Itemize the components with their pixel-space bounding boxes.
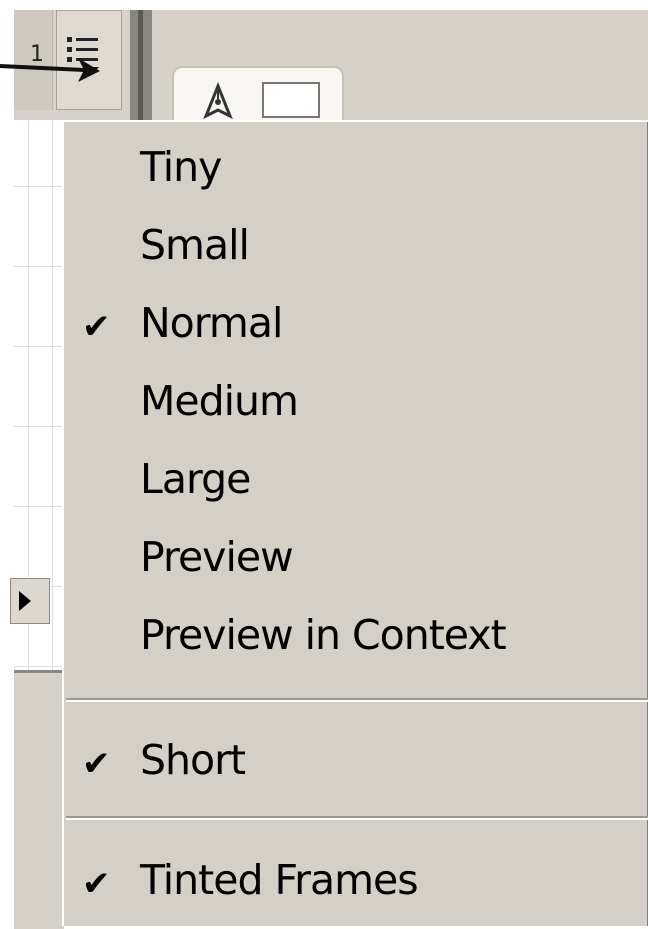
frame-view-context-menu: Tiny Small ✔ Normal Medium Large Preview…	[62, 120, 648, 926]
menu-item-small[interactable]: Small	[64, 210, 648, 280]
menu-item-label: Medium	[140, 377, 299, 425]
checkmark-icon: ✔	[82, 307, 110, 347]
menu-item-medium[interactable]: Medium	[64, 366, 648, 436]
menu-item-label: Short	[140, 736, 246, 784]
panel-divider[interactable]	[130, 10, 152, 120]
menu-item-preview[interactable]: Preview	[64, 522, 648, 592]
menu-separator	[66, 698, 648, 702]
menu-item-label: Large	[140, 455, 251, 503]
menu-item-label: Tiny	[140, 143, 222, 191]
menu-separator	[66, 816, 648, 820]
tool-tab[interactable]	[172, 66, 344, 120]
menu-item-label: Tinted Frames	[140, 856, 419, 904]
menu-item-tiny[interactable]: Tiny	[64, 132, 648, 202]
checkmark-icon: ✔	[82, 864, 110, 904]
checkmark-icon: ✔	[82, 744, 110, 784]
menu-item-label: Small	[140, 221, 250, 269]
menu-item-label: Preview	[140, 533, 294, 581]
menu-item-short[interactable]: ✔ Short	[64, 725, 648, 795]
menu-item-label: Normal	[140, 299, 283, 347]
lower-panel	[14, 670, 64, 929]
menu-item-normal[interactable]: ✔ Normal	[64, 288, 648, 358]
color-swatch[interactable]	[262, 82, 320, 118]
menu-item-tinted-frames[interactable]: ✔ Tinted Frames	[64, 845, 648, 915]
menu-item-large[interactable]: Large	[64, 444, 648, 514]
menu-item-label: Preview in Context	[140, 611, 507, 659]
menu-item-preview-in-context[interactable]: Preview in Context	[64, 600, 648, 670]
arrow-pointer-icon	[0, 58, 100, 82]
scroll-right-arrow-icon[interactable]	[10, 578, 50, 624]
pen-tool-icon	[203, 82, 233, 120]
